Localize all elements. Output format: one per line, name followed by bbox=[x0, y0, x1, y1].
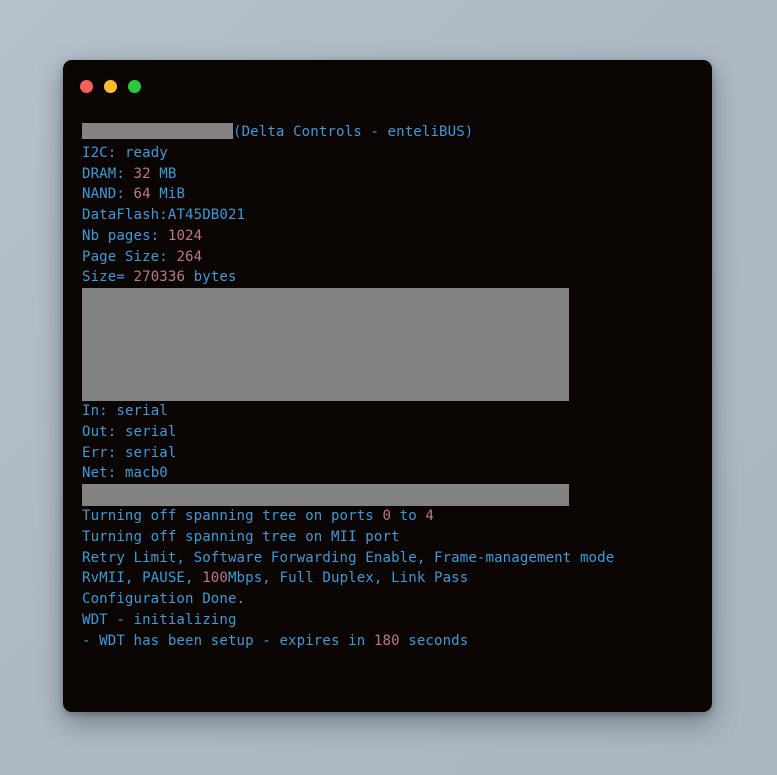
log-value: macb0 bbox=[124, 465, 168, 482]
log-value: 64 bbox=[133, 186, 151, 203]
log-value: serial bbox=[124, 444, 177, 461]
log-line-size: Size= 270336 bytes bbox=[82, 267, 702, 288]
log-line-net: Net: macb0 bbox=[82, 463, 702, 484]
log-line-wdt-setup: - WDT has been setup - expires in 180 se… bbox=[82, 631, 702, 652]
log-unit: bytes bbox=[193, 269, 237, 286]
log-line-spanning-ports: Turning off spanning tree on ports 0 to … bbox=[82, 506, 702, 527]
log-text: to bbox=[391, 508, 426, 524]
product-name: (Delta Controls - enteliBUS) bbox=[233, 124, 474, 140]
log-label: In: bbox=[82, 403, 108, 419]
log-line-out: Out: serial bbox=[82, 422, 702, 443]
log-number: 100 bbox=[202, 570, 228, 587]
log-number: 0 bbox=[382, 508, 392, 524]
redacted-section bbox=[82, 288, 702, 401]
log-line-wdt-init: WDT - initializing bbox=[82, 610, 702, 631]
redacted-line bbox=[82, 484, 702, 506]
log-label: Size= bbox=[82, 269, 125, 286]
log-text: - WDT has been setup - expires in bbox=[82, 632, 374, 649]
log-line-pagesize: Page Size: 264 bbox=[82, 247, 702, 268]
log-value: 270336 bbox=[133, 269, 186, 286]
titlebar[interactable] bbox=[63, 60, 712, 106]
log-text: Turning off spanning tree on ports bbox=[82, 508, 383, 524]
log-label: Err: bbox=[82, 444, 117, 461]
log-line-nand: NAND: 64 MiB bbox=[82, 184, 702, 205]
block-redaction-block bbox=[82, 288, 569, 401]
log-line-config-done: Configuration Done. bbox=[82, 589, 702, 610]
log-line-err: Err: serial bbox=[82, 443, 702, 464]
header-redaction-block bbox=[82, 123, 233, 139]
log-line-retry-limit: Retry Limit, Software Forwarding Enable,… bbox=[82, 548, 702, 569]
log-text: RvMII, PAUSE, bbox=[82, 570, 203, 587]
terminal-output[interactable]: (Delta Controls - enteliBUS) I2C: ready … bbox=[63, 106, 712, 712]
log-label: Nb pages: bbox=[82, 227, 160, 244]
maximize-button-icon[interactable] bbox=[128, 80, 141, 93]
log-text: Configuration Done. bbox=[82, 591, 246, 607]
log-line-nbpages: Nb pages: 1024 bbox=[82, 226, 702, 247]
log-label: NAND: bbox=[82, 186, 125, 203]
log-line-link-status: RvMII, PAUSE, 100Mbps, Full Duplex, Link… bbox=[82, 568, 702, 589]
log-label: Net: bbox=[82, 465, 117, 482]
log-line-in: In: serial bbox=[82, 401, 702, 422]
log-number: 4 bbox=[425, 508, 435, 524]
log-line-i2c: I2C: ready bbox=[82, 143, 702, 164]
log-label: Out: bbox=[82, 423, 117, 440]
log-text: seconds bbox=[399, 632, 469, 649]
log-value: ready bbox=[124, 144, 168, 161]
log-label: I2C: bbox=[82, 144, 117, 161]
boot-header-line: (Delta Controls - enteliBUS) bbox=[82, 122, 702, 143]
log-value: 32 bbox=[133, 165, 151, 182]
close-button-icon[interactable] bbox=[80, 80, 93, 93]
log-value: 1024 bbox=[167, 227, 203, 244]
log-text: Turning off spanning tree on MII port bbox=[82, 528, 400, 545]
log-line-dataflash: DataFlash:AT45DB021 bbox=[82, 205, 702, 226]
log-unit: MB bbox=[159, 165, 177, 182]
log-value: AT45DB021 bbox=[167, 207, 246, 223]
log-text: WDT - initializing bbox=[82, 611, 237, 628]
log-label: DRAM: bbox=[82, 165, 125, 182]
log-line-spanning-mii: Turning off spanning tree on MII port bbox=[82, 527, 702, 548]
terminal-window: (Delta Controls - enteliBUS) I2C: ready … bbox=[63, 60, 712, 712]
traffic-lights bbox=[80, 80, 141, 93]
log-number: 180 bbox=[373, 632, 400, 649]
log-line-dram: DRAM: 32 MB bbox=[82, 164, 702, 185]
log-text: Mbps, Full Duplex, Link Pass bbox=[227, 570, 469, 587]
log-text: Retry Limit, Software Forwarding Enable,… bbox=[82, 549, 615, 566]
bar-redaction-block bbox=[82, 484, 569, 506]
log-value: serial bbox=[116, 403, 168, 419]
log-value: 264 bbox=[176, 248, 203, 265]
log-value: serial bbox=[124, 423, 177, 440]
log-label: DataFlash: bbox=[82, 207, 168, 223]
log-unit: MiB bbox=[159, 186, 186, 203]
log-label: Page Size: bbox=[82, 248, 168, 265]
minimize-button-icon[interactable] bbox=[104, 80, 117, 93]
